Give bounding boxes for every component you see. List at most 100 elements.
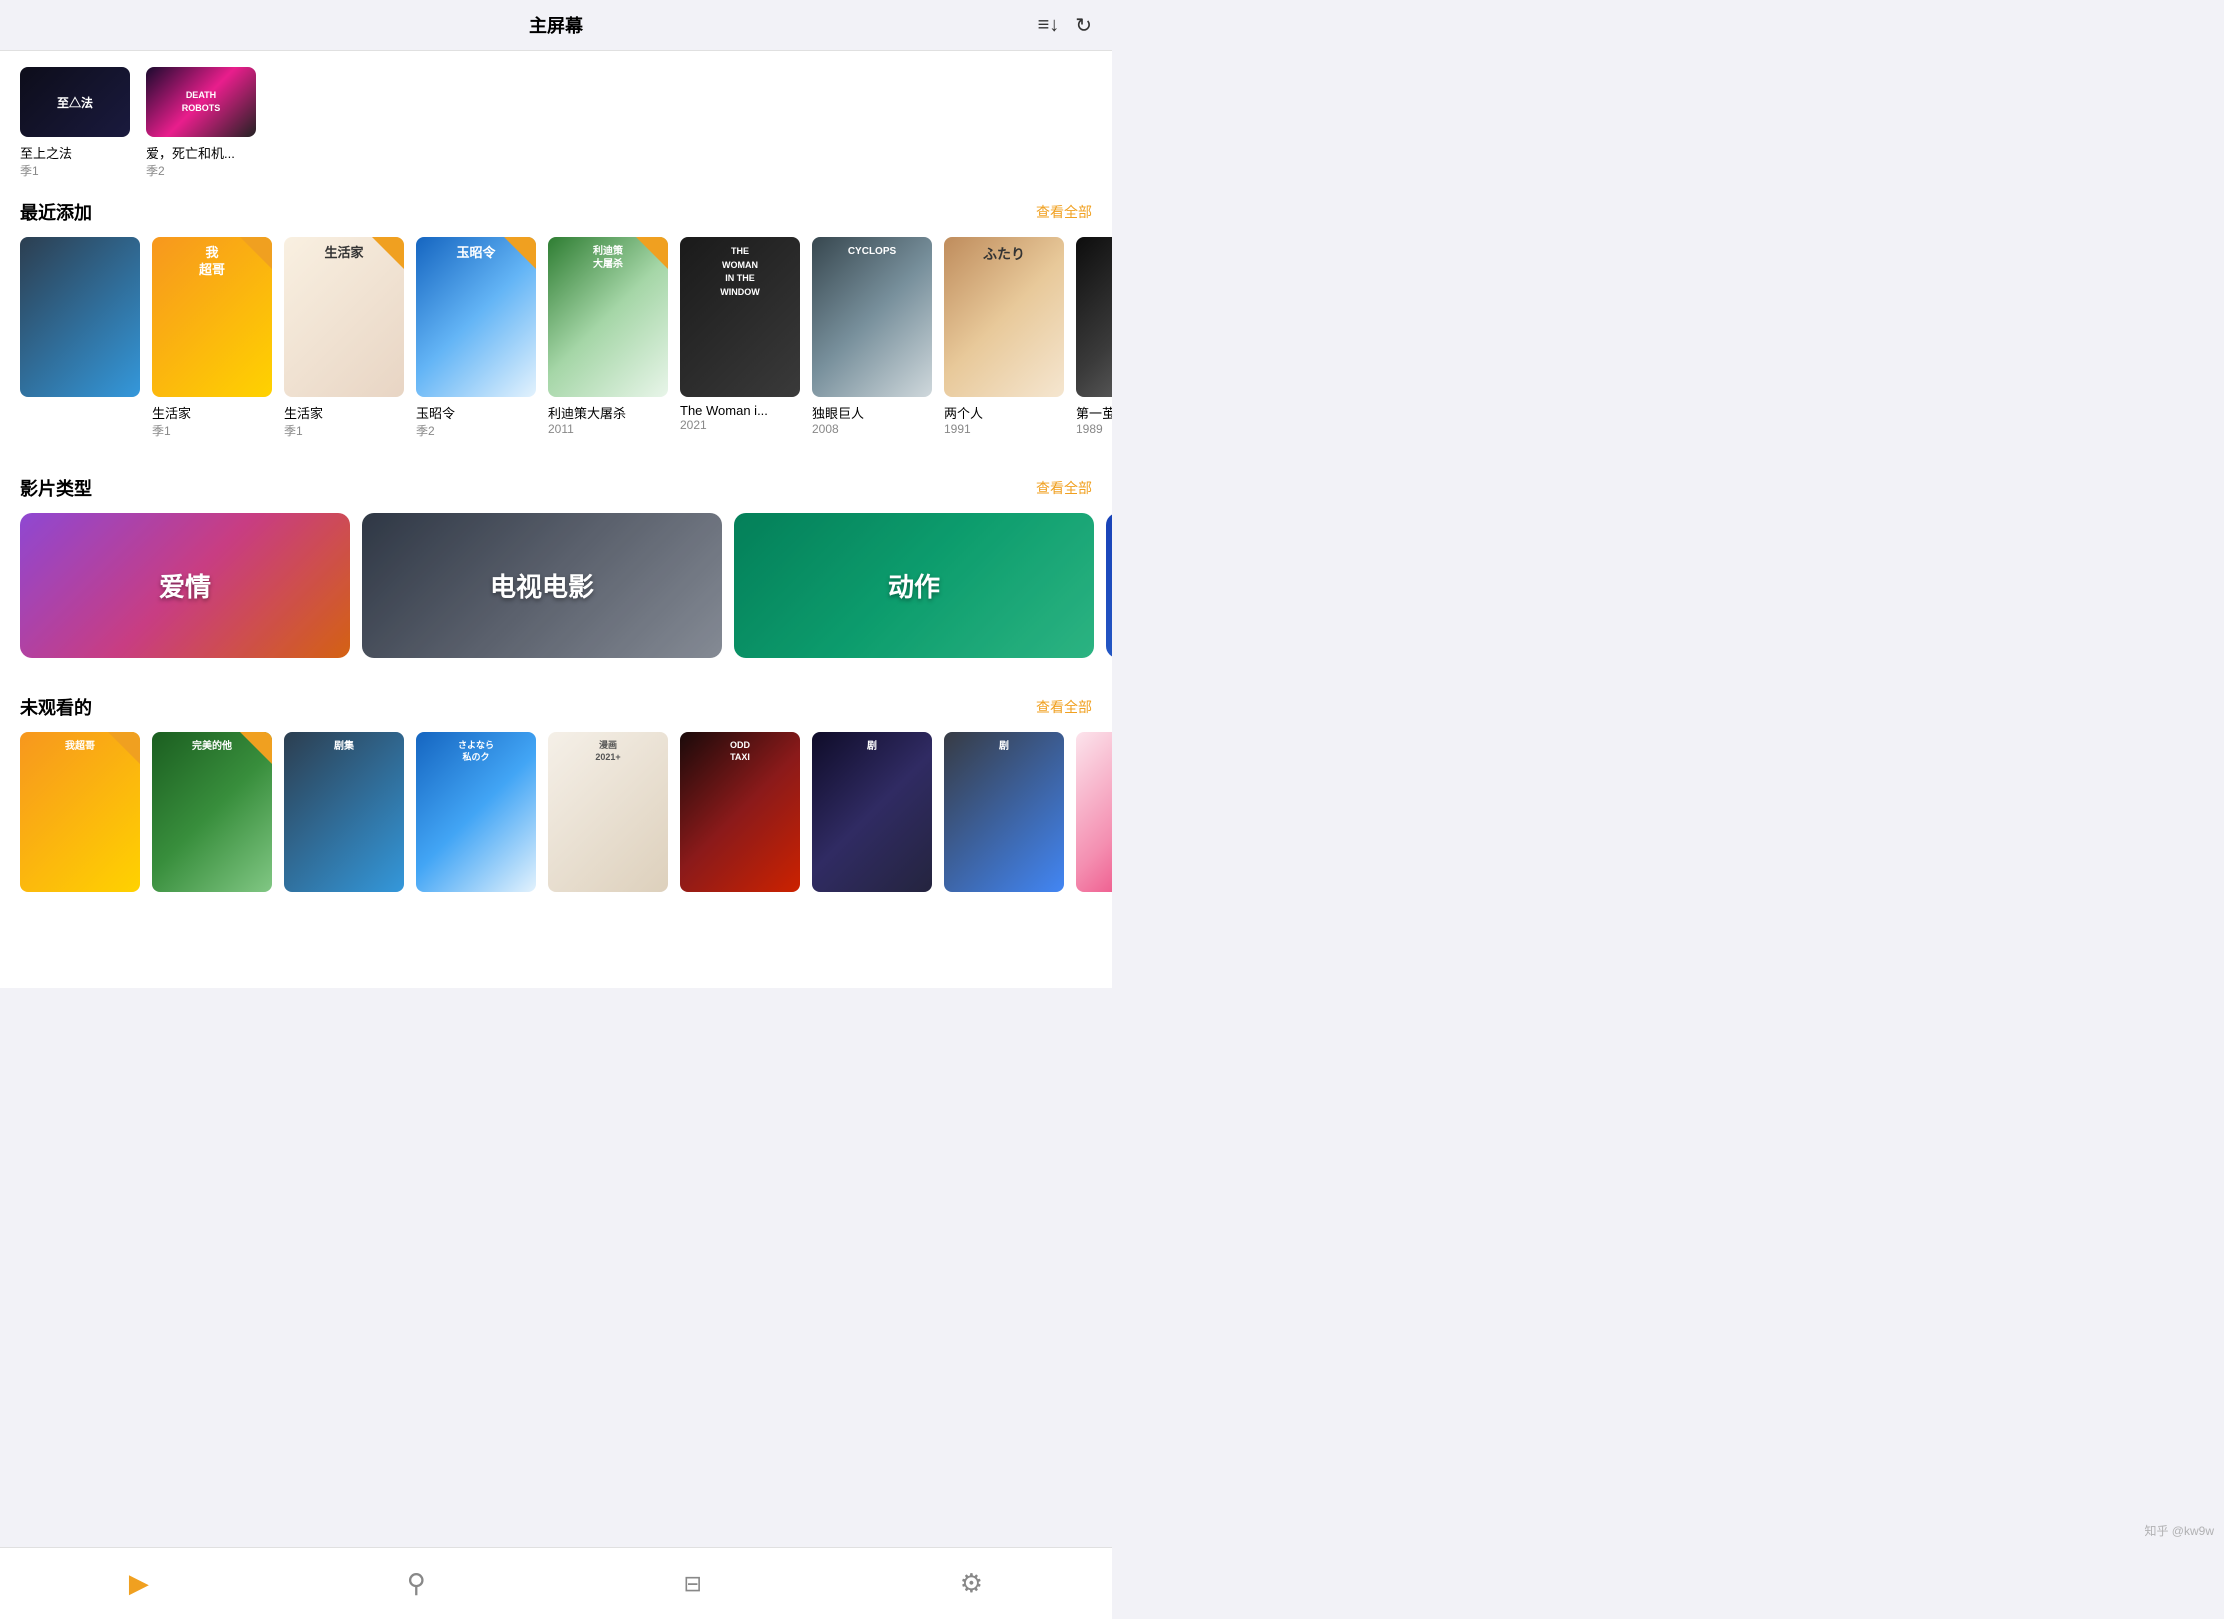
unwatched-see-all[interactable]: 查看全部: [1036, 697, 1092, 717]
genre-overlay-extra: [1106, 513, 1112, 658]
continue-label-zhizhifa: 至上之法: [20, 143, 72, 162]
nav-item-play[interactable]: ▶: [105, 1560, 173, 1607]
unwatched-thumb-5: ODDTAXI: [680, 732, 800, 892]
movie-thumb-5: THEWOMANIN THEWINDOW: [680, 237, 800, 397]
movie-thumb-1: 我超哥: [152, 237, 272, 397]
continue-thumb-zhizhifa: 至△法: [20, 67, 130, 137]
genre-label-love: 爱情: [159, 567, 211, 604]
movie-title-8: 第一茧: [1076, 403, 1112, 422]
page-title: 主屏幕: [529, 12, 583, 38]
movie-card-4[interactable]: 利迪策大屠杀 利迪策大屠杀 2011: [548, 237, 668, 439]
genre-label-tv: 电视电影: [490, 567, 594, 604]
unwatched-thumb-6: 剧: [812, 732, 932, 892]
continue-sub-zhizhifa: 季1: [20, 162, 39, 179]
unwatched-card-6[interactable]: 剧: [812, 732, 932, 892]
unwatched-title: 未观看的: [20, 694, 92, 720]
genre-card-love[interactable]: 爱情: [20, 513, 350, 658]
movie-card-7[interactable]: ふたり 两个人 1991: [944, 237, 1064, 439]
corner-badge-2: [372, 237, 404, 269]
continue-item-zhizhifa[interactable]: 至△法 至上之法 季1: [20, 67, 130, 179]
unwatched-card-2[interactable]: 剧集: [284, 732, 404, 892]
watermark: 知乎 @kw9w: [2144, 1522, 2214, 1539]
movie-card-8[interactable]: 第一茧 第一茧 1989: [1076, 237, 1112, 439]
genre-card-tv[interactable]: 电视电影: [362, 513, 722, 658]
genre-card-action[interactable]: 动作: [734, 513, 1094, 658]
movie-card-6[interactable]: CYCLOPS 独眼巨人 2008: [812, 237, 932, 439]
movie-year-6: 2008: [812, 422, 932, 436]
movie-title-5: The Woman i...: [680, 403, 800, 418]
movie-year-4: 2011: [548, 422, 668, 436]
movie-card-5[interactable]: THEWOMANIN THEWINDOW The Woman i... 2021: [680, 237, 800, 439]
refresh-icon[interactable]: ↻: [1075, 13, 1092, 38]
unwatched-thumb-4: 漫画2021+: [548, 732, 668, 892]
sort-icon[interactable]: ≡↓: [1038, 14, 1060, 37]
main-content: 至△法 至上之法 季1 DEATHROBOTS 爱，死亡和机... 季2 最近添…: [0, 51, 1112, 988]
recently-added-row: 我超哥 生活家 季1 生活家 生活家 季1 玉昭令 玉昭令 季2: [0, 237, 1112, 455]
movie-title-3: 玉昭令: [416, 403, 536, 422]
movie-year-5: 2021: [680, 418, 800, 432]
recently-added-see-all[interactable]: 查看全部: [1036, 202, 1092, 222]
continue-sub-death: 季2: [146, 162, 165, 179]
movie-year-3: 季2: [416, 422, 536, 439]
unwatched-thumb-7: 剧: [944, 732, 1064, 892]
genre-see-all[interactable]: 查看全部: [1036, 478, 1092, 498]
corner-badge-u1: [240, 732, 272, 764]
movie-thumb-8: 第一茧: [1076, 237, 1112, 397]
unwatched-card-5[interactable]: ODDTAXI: [680, 732, 800, 892]
movie-card-0[interactable]: [20, 237, 140, 439]
unwatched-thumb-1: 完美的他: [152, 732, 272, 892]
movie-thumb-2: 生活家: [284, 237, 404, 397]
movie-title-1: 生活家: [152, 403, 272, 422]
movie-year-1: 季1: [152, 422, 272, 439]
continue-label-death: 爱，死亡和机...: [146, 143, 235, 162]
recently-added-title: 最近添加: [20, 199, 92, 225]
movie-thumb-7: ふたり: [944, 237, 1064, 397]
unwatched-card-4[interactable]: 漫画2021+: [548, 732, 668, 892]
header-icons: ≡↓ ↻: [1038, 13, 1092, 38]
unwatched-thumb-2: 剧集: [284, 732, 404, 892]
unwatched-card-7[interactable]: 剧: [944, 732, 1064, 892]
unwatched-card-3[interactable]: さよなら私のク: [416, 732, 536, 892]
genre-header: 影片类型 查看全部: [0, 455, 1112, 513]
movie-year-2: 季1: [284, 422, 404, 439]
bottom-nav: ▶ ⚲ ⊟ ⚙: [0, 1547, 1112, 1619]
search-icon: ⚲: [407, 1568, 426, 1599]
corner-badge-4: [636, 237, 668, 269]
movie-thumb-6: CYCLOPS: [812, 237, 932, 397]
corner-badge-u0: [108, 732, 140, 764]
movie-thumb-0: [20, 237, 140, 397]
settings-icon: ⚙: [960, 1568, 983, 1599]
genre-label-action: 动作: [888, 567, 940, 604]
unwatched-card-8[interactable]: 爱: [1076, 732, 1112, 892]
nav-item-settings[interactable]: ⚙: [936, 1560, 1007, 1607]
unwatched-card-1[interactable]: 完美的他: [152, 732, 272, 892]
corner-badge-3: [504, 237, 536, 269]
continue-watching-section: 至△法 至上之法 季1 DEATHROBOTS 爱，死亡和机... 季2: [0, 51, 1112, 179]
unwatched-thumb-8: 爱: [1076, 732, 1112, 892]
movie-thumb-3: 玉昭令: [416, 237, 536, 397]
unwatched-header: 未观看的 查看全部: [0, 674, 1112, 732]
movie-title-2: 生活家: [284, 403, 404, 422]
unwatched-thumb-0: 我超哥: [20, 732, 140, 892]
unwatched-thumb-3: さよなら私のク: [416, 732, 536, 892]
movie-title-7: 两个人: [944, 403, 1064, 422]
nav-item-search[interactable]: ⚲: [383, 1560, 450, 1607]
play-icon: ▶: [129, 1568, 149, 1599]
movie-thumb-4: 利迪策大屠杀: [548, 237, 668, 397]
corner-badge-1: [240, 237, 272, 269]
movie-card-1[interactable]: 我超哥 生活家 季1: [152, 237, 272, 439]
genre-card-extra[interactable]: 犯...: [1106, 513, 1112, 658]
movie-year-7: 1991: [944, 422, 1064, 436]
unwatched-card-0[interactable]: 我超哥: [20, 732, 140, 892]
movie-title-4: 利迪策大屠杀: [548, 403, 668, 422]
genre-row: 爱情 电视电影 动作 犯...: [0, 513, 1112, 674]
movie-card-2[interactable]: 生活家 生活家 季1: [284, 237, 404, 439]
header: 主屏幕 ≡↓ ↻: [0, 0, 1112, 51]
movie-card-3[interactable]: 玉昭令 玉昭令 季2: [416, 237, 536, 439]
movie-year-8: 1989: [1076, 422, 1112, 436]
genre-title: 影片类型: [20, 475, 92, 501]
recently-added-header: 最近添加 查看全部: [0, 179, 1112, 237]
continue-item-death[interactable]: DEATHROBOTS 爱，死亡和机... 季2: [146, 67, 256, 179]
nav-item-library[interactable]: ⊟: [660, 1563, 726, 1605]
library-icon: ⊟: [684, 1571, 702, 1597]
